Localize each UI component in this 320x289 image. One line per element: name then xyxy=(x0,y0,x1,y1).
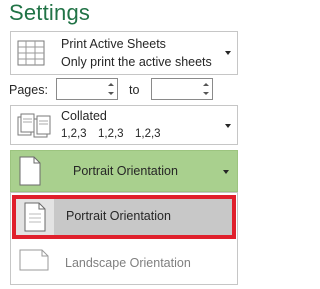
chevron-down-icon xyxy=(223,170,229,174)
pages-to-input[interactable] xyxy=(151,78,213,100)
landscape-orientation-label: Landscape Orientation xyxy=(65,256,191,270)
landscape-page-icon xyxy=(19,249,49,276)
collation-seq-1: 1,2,3 xyxy=(61,128,87,140)
orientation-selected-label: Portrait Orientation xyxy=(73,164,178,178)
orientation-menu: Portrait Orientation Landscape Orientati… xyxy=(10,192,238,285)
portrait-orientation-label: Portrait Orientation xyxy=(66,209,171,223)
chevron-down-icon xyxy=(225,51,231,55)
sheets-icon xyxy=(17,40,47,73)
chevron-down-icon xyxy=(225,124,231,128)
print-what-dropdown[interactable]: Print Active Sheets Only print the activ… xyxy=(10,31,238,75)
to-label: to xyxy=(129,83,140,97)
portrait-page-icon xyxy=(24,202,46,237)
spin-down-icon[interactable] xyxy=(108,92,114,95)
spin-up-icon[interactable] xyxy=(108,83,114,86)
spin-up-icon[interactable] xyxy=(203,83,209,86)
collation-seq-3: 1,2,3 xyxy=(135,128,161,140)
print-what-subtitle: Only print the active sheets xyxy=(61,55,212,69)
portrait-page-icon xyxy=(19,156,41,191)
spin-down-icon[interactable] xyxy=(203,92,209,95)
collation-seq-2: 1,2,3 xyxy=(98,128,124,140)
pages-label: Pages: xyxy=(9,83,48,97)
collate-icon xyxy=(17,112,51,145)
settings-title: Settings xyxy=(9,0,91,25)
collation-title: Collated xyxy=(61,109,107,123)
collation-dropdown[interactable]: Collated 1,2,3 1,2,3 1,2,3 xyxy=(10,105,238,145)
portrait-orientation-option[interactable]: Portrait Orientation xyxy=(12,195,236,239)
pages-from-input[interactable] xyxy=(56,78,118,100)
print-what-title: Print Active Sheets xyxy=(61,37,166,51)
orientation-dropdown[interactable]: Portrait Orientation xyxy=(10,150,238,192)
